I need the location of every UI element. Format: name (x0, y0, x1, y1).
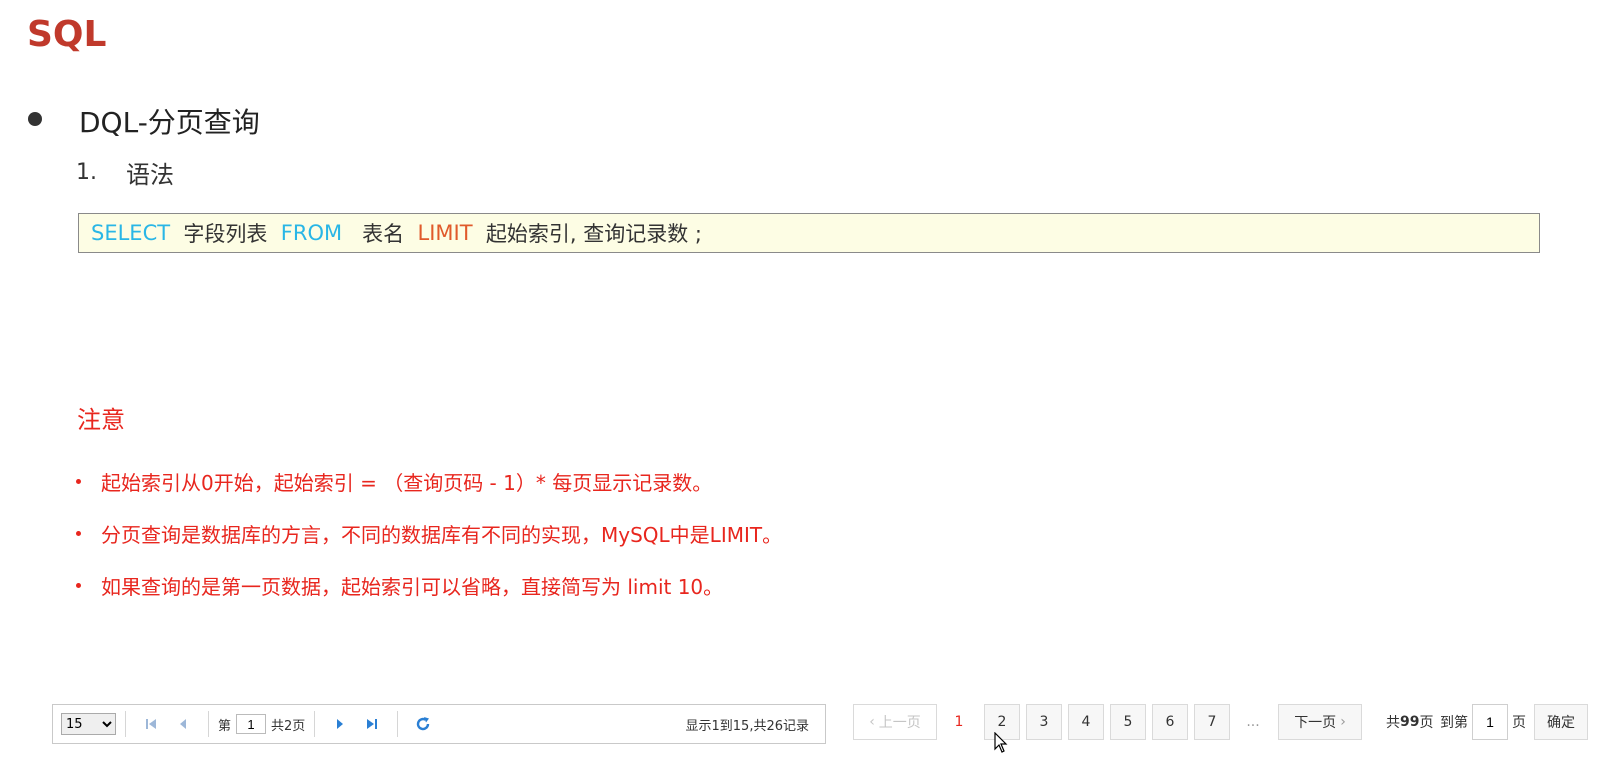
keyword-limit: LIMIT (417, 221, 473, 245)
chevron-left-icon: ‹ (869, 714, 875, 730)
mouse-cursor-icon (994, 731, 1008, 758)
prev-page-button[interactable]: ‹ 上一页 (853, 704, 937, 740)
note-item: 起始索引从0开始，起始索引 = （查询页码 - 1）* 每页显示记录数。 (76, 467, 712, 496)
chevron-right-icon: › (1340, 714, 1346, 730)
record-info: 显示1到15,共26记录 (685, 718, 810, 734)
keyword-from: FROM (280, 221, 343, 245)
refresh-icon[interactable] (412, 713, 434, 735)
next-page-button[interactable]: 下一页 › (1278, 704, 1362, 740)
prev-page-label: 上一页 (878, 715, 921, 731)
page-button-7[interactable]: 7 (1194, 704, 1230, 740)
step-label: 语法 (126, 161, 174, 189)
page-button-6[interactable]: 6 (1152, 704, 1188, 740)
total-prefix: 共 (1386, 715, 1400, 731)
bullet-dot (28, 112, 42, 126)
total-value: 99 (1400, 714, 1420, 730)
goto-suffix: 页 (1512, 715, 1526, 731)
divider (397, 711, 399, 737)
keyword-select: SELECT (91, 221, 171, 245)
next-page-icon[interactable] (329, 713, 351, 735)
current-page: 1 (954, 714, 964, 730)
page-prefix: 第 (218, 718, 232, 734)
divider (314, 711, 316, 737)
page-size-select[interactable]: 15 (61, 713, 116, 735)
divider (208, 711, 209, 737)
limit-args-text: 起始索引, 查询记录数 ; (485, 222, 703, 246)
page-total: 共2页 (271, 718, 306, 734)
divider (125, 711, 126, 737)
step-number: 1. (76, 160, 97, 185)
goto-page-input[interactable] (1472, 704, 1508, 740)
note-bullet (76, 583, 81, 588)
note-text: 起始索引从0开始，起始索引 = （查询页码 - 1）* 每页显示记录数。 (101, 471, 713, 495)
note-bullet (76, 531, 81, 536)
page-button-5[interactable]: 5 (1110, 704, 1146, 740)
note-bullet (76, 479, 81, 484)
page-button-4[interactable]: 4 (1068, 704, 1104, 740)
confirm-button[interactable]: 确定 (1534, 704, 1588, 740)
total-pages: 共 99 页 (1386, 704, 1433, 740)
prev-page-icon[interactable] (172, 713, 194, 735)
field-list-text: 字段列表 (183, 222, 268, 246)
first-page-icon[interactable] (140, 713, 162, 735)
slide-title: SQL (27, 14, 107, 55)
page-button-3[interactable]: 3 (1026, 704, 1062, 740)
pagination-ellipsis: ... (1246, 714, 1260, 730)
page-number-input[interactable] (236, 714, 267, 734)
total-suffix: 页 (1419, 715, 1434, 731)
next-page-label: 下一页 (1294, 715, 1337, 731)
note-item: 如果查询的是第一页数据，起始索引可以省略，直接简写为 limit 10。 (76, 571, 723, 600)
grid-pager: 15 第 共2页 显示1到15,共26记录 (52, 704, 826, 744)
goto-prefix: 到第 (1440, 715, 1468, 731)
note-item: 分页查询是数据库的方言，不同的数据库有不同的实现，MySQL中是LIMIT。 (76, 519, 782, 548)
table-name-text: 表名 (362, 222, 405, 246)
syntax-code-box: SELECT 字段列表 FROM 表名 LIMIT 起始索引, 查询记录数 ; (78, 213, 1540, 253)
section-heading: DQL-分页查询 (79, 106, 260, 139)
note-title: 注意 (77, 406, 125, 434)
last-page-icon[interactable] (361, 713, 383, 735)
note-text: 如果查询的是第一页数据，起始索引可以省略，直接简写为 limit 10。 (101, 575, 724, 599)
note-text: 分页查询是数据库的方言，不同的数据库有不同的实现，MySQL中是LIMIT。 (101, 523, 783, 547)
